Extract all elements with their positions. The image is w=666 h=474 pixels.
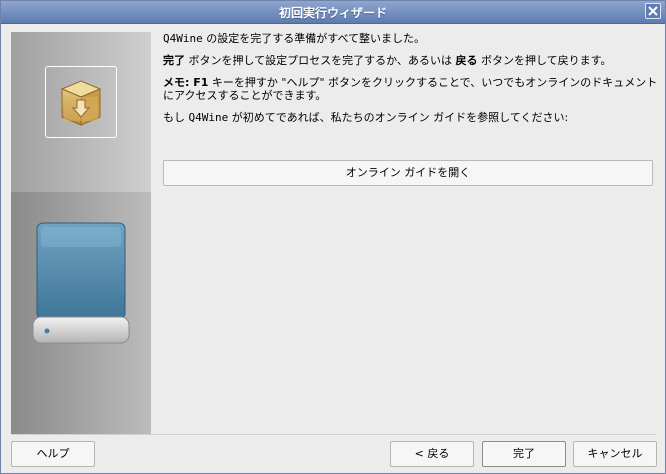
finish-instructions: 完了 ボタンを押して設定プロセスを完了するか、あるいは 戻る ボタンを押して戻り… [163,54,612,67]
cancel-button[interactable]: キャンセル [573,441,657,467]
app-name-2: Q4Wine [188,111,229,124]
wizard-side-panel [11,32,151,434]
open-online-guide-button[interactable]: オンライン ガイドを開く [163,160,653,186]
wizard-content: Q4Wine の設定を完了する準備がすべて整いました。 完了 ボタンを押して設定… [163,32,658,133]
drive-image [29,207,133,350]
button-separator [11,434,656,435]
titlebar: 初回実行ウィザード [1,1,665,24]
back-button[interactable]: < 戻る [390,441,474,467]
wizard-window: 初回実行ウィザード Q4Wine の設定を完了する準備がすべて整いました。 完了… [0,0,666,474]
drive-icon [32,222,130,344]
back-keyword: 戻る [455,54,478,67]
package-frame [45,66,117,138]
help-button[interactable]: ヘルプ [11,441,95,467]
guide-prompt: もし Q4Wine が初めてであれば、私たちのオンライン ガイドを参照してくださ… [163,111,569,124]
finish-keyword: 完了 [163,54,185,67]
ready-message: Q4Wine の設定を完了する準備がすべて整いました。 [163,32,426,45]
close-button[interactable] [645,3,661,19]
memo-keyword: メモ: F1 [163,76,209,89]
finish-button[interactable]: 完了 [482,441,566,467]
window-title: 初回実行ウィザード [278,6,387,20]
help-note: メモ: F1 キーを押すか "ヘルプ" ボタンをクリックすることで、いつでもオン… [163,76,658,102]
app-name: Q4Wine [163,32,203,45]
package-icon [60,80,102,126]
close-icon [648,6,658,16]
